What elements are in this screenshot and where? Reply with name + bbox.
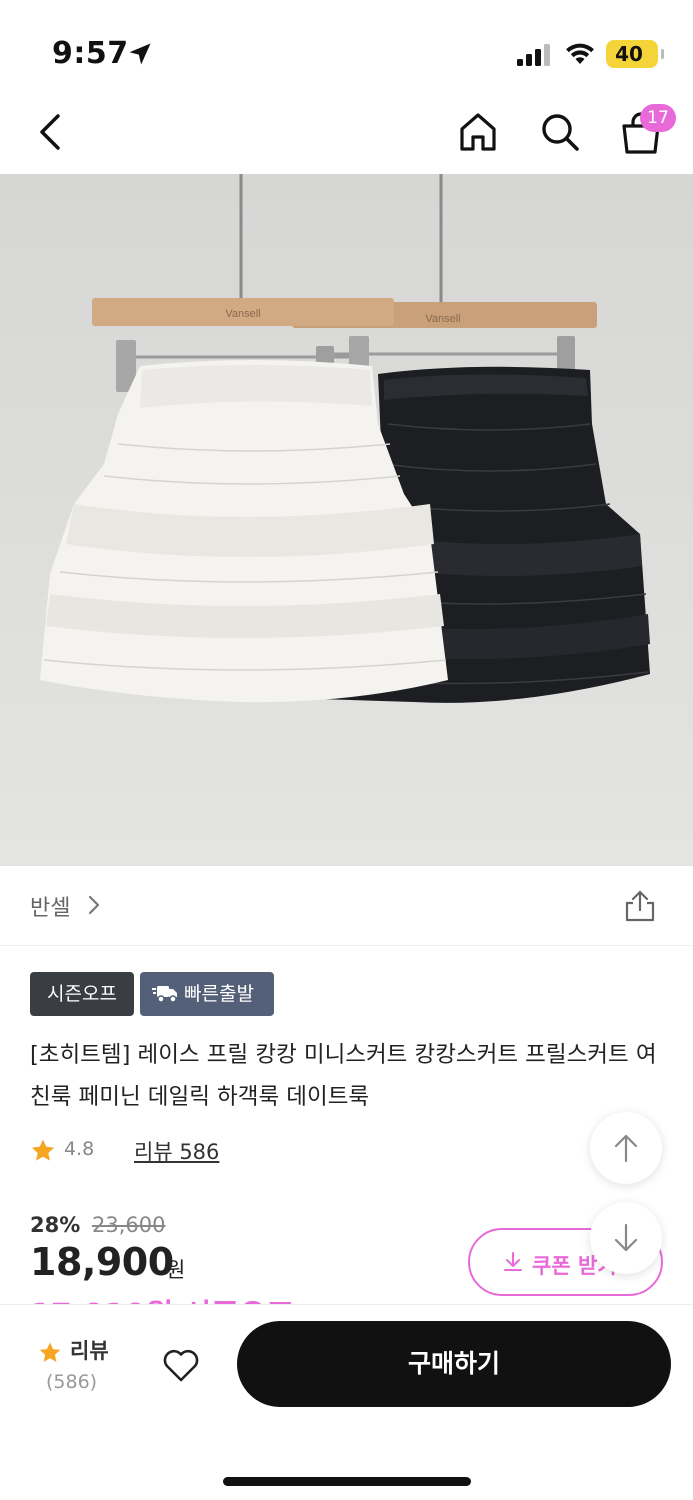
- wifi-icon: [566, 43, 594, 64]
- battery-cap: [661, 49, 664, 59]
- bottom-action-bar: 리뷰 (586) 구매하기: [0, 1304, 693, 1500]
- status-bar: 9:57 40: [0, 0, 693, 100]
- battery-level: 40: [615, 42, 643, 66]
- season-off-badge: 시즌오프: [30, 972, 134, 1016]
- original-price: 23,600: [92, 1213, 166, 1237]
- chevron-right-icon[interactable]: [84, 892, 104, 918]
- hanger-brand-text-2: Vansell: [425, 313, 460, 325]
- discount-rate: 28%: [30, 1213, 81, 1237]
- arrow-up-icon: [614, 1134, 638, 1163]
- hanger-brand-text: Vansell: [225, 308, 260, 320]
- search-icon[interactable]: [538, 110, 582, 154]
- currency-unit: 원: [166, 1258, 186, 1282]
- battery-indicator: 40: [606, 40, 664, 68]
- share-icon[interactable]: [622, 888, 658, 924]
- product-photo-illustration: Vansell Vansell: [0, 174, 693, 866]
- star-icon: [31, 1139, 55, 1161]
- back-arrow-icon[interactable]: [30, 110, 74, 154]
- home-indicator: [223, 1477, 471, 1486]
- reviews-link[interactable]: 리뷰 586: [134, 1136, 219, 1166]
- scroll-down-button[interactable]: [590, 1202, 662, 1274]
- arrow-down-icon: [614, 1223, 638, 1252]
- review-count[interactable]: (586): [46, 1371, 97, 1393]
- product-image[interactable]: Vansell Vansell: [0, 174, 693, 866]
- scroll-up-button[interactable]: [590, 1112, 662, 1184]
- rating-score: 4.8: [64, 1138, 95, 1160]
- product-title: [초히트템] 레이스 프릴 캉캉 미니스커트 캉캉스커트 프릴스커트 여친룩 페…: [30, 1042, 657, 1110]
- top-navigation: 17: [0, 100, 693, 174]
- location-arrow-icon: [129, 43, 151, 65]
- cellular-signal-icon: [517, 44, 550, 66]
- home-icon[interactable]: [456, 110, 500, 154]
- delivery-truck-icon: [152, 986, 177, 1003]
- download-icon: [504, 1252, 522, 1271]
- heart-icon[interactable]: [162, 1347, 200, 1383]
- brand-name-link[interactable]: 반셀: [30, 890, 70, 922]
- brand-row: 반셀: [0, 866, 693, 946]
- partial-price-line: 17,010원 시즌오프: [30, 1290, 294, 1304]
- cart-count-badge: 17: [640, 104, 676, 132]
- fast-delivery-badge: 빠른출발: [140, 972, 274, 1016]
- review-star-icon: [39, 1342, 61, 1362]
- buy-now-button[interactable]: 구매하기: [237, 1321, 671, 1407]
- sale-price: 18,900: [30, 1240, 174, 1284]
- status-time: 9:57: [52, 36, 129, 71]
- review-button-label[interactable]: 리뷰: [70, 1335, 109, 1365]
- fast-delivery-label: 빠른출발: [184, 983, 254, 1005]
